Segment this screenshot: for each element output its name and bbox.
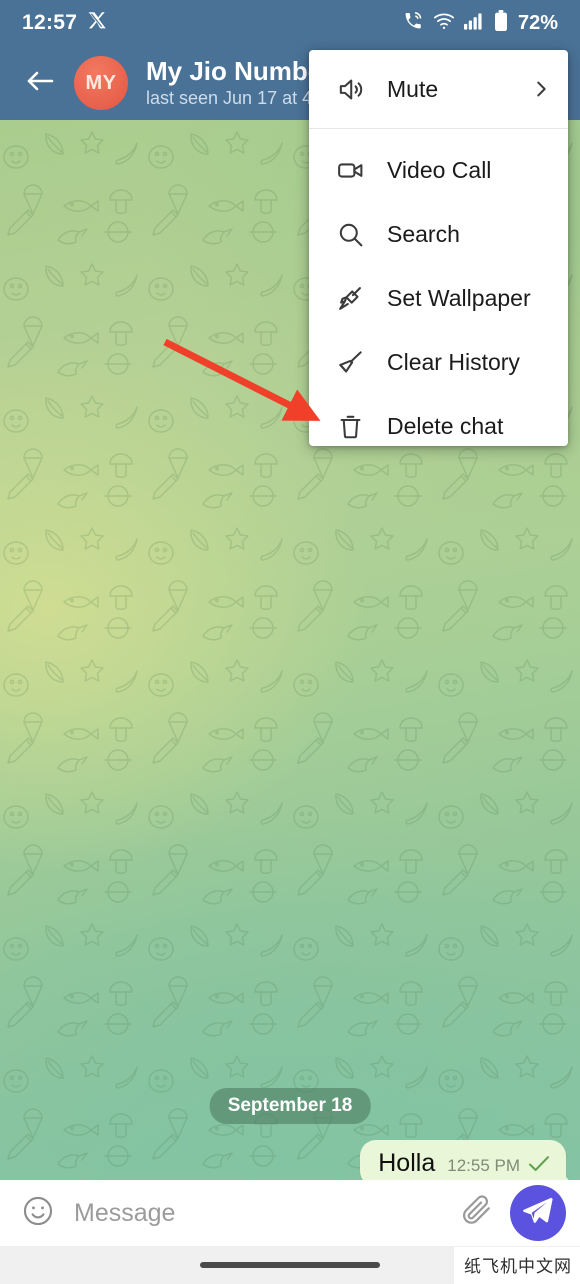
- battery-icon: [494, 9, 508, 37]
- status-bar-clock: 12:57: [22, 11, 78, 34]
- status-bar-right: 72%: [403, 9, 558, 37]
- broom-icon: [333, 348, 367, 377]
- cellular-signal-icon: [463, 12, 485, 35]
- chevron-right-icon: [530, 78, 552, 100]
- speaker-icon: [333, 75, 367, 104]
- chat-options-menu[interactable]: Mute Video Call Search Set Wallpaper Cle…: [309, 50, 568, 446]
- menu-item-delete-chat[interactable]: Delete chat: [309, 394, 568, 446]
- wifi-icon: [433, 12, 455, 35]
- battery-percent-label: 72%: [517, 11, 558, 34]
- menu-item-set-wallpaper[interactable]: Set Wallpaper: [309, 266, 568, 330]
- menu-item-mute[interactable]: Mute: [309, 57, 568, 121]
- home-indicator-bar[interactable]: [200, 1262, 380, 1268]
- menu-item-label: Video Call: [387, 156, 492, 183]
- emoji-button[interactable]: [18, 1193, 58, 1233]
- back-button[interactable]: [20, 63, 60, 103]
- date-divider: September 18: [209, 1088, 371, 1124]
- menu-item-label: Set Wallpaper: [387, 284, 531, 311]
- search-input message-input[interactable]: [74, 1198, 454, 1228]
- menu-item-label: Delete chat: [387, 412, 504, 439]
- send-button[interactable]: [510, 1185, 566, 1241]
- avatar[interactable]: MY: [74, 56, 128, 110]
- status-bar: 12:57 72%: [0, 0, 580, 46]
- smiley-face-icon: [21, 1194, 55, 1233]
- menu-group-actions: Video Call Search Set Wallpaper Clear Hi…: [309, 129, 568, 446]
- attach-button[interactable]: [454, 1190, 500, 1236]
- message-timestamp: 12:55 PM: [447, 1156, 520, 1175]
- outgoing-message-bubble[interactable]: Holla 12:55 PM: [360, 1140, 566, 1180]
- arrow-left-icon: [25, 68, 55, 99]
- menu-group-mute: Mute: [309, 50, 568, 128]
- menu-item-label: Clear History: [387, 348, 520, 375]
- x-twitter-icon: [87, 11, 106, 35]
- menu-item-label: Search: [387, 220, 460, 247]
- menu-item-clear-history[interactable]: Clear History: [309, 330, 568, 394]
- status-bar-left: 12:57: [22, 11, 106, 35]
- menu-item-video-call[interactable]: Video Call: [309, 138, 568, 202]
- paper-plane-icon: [520, 1193, 556, 1234]
- message-meta: 12:55 PM: [447, 1155, 550, 1177]
- search-icon: [333, 220, 367, 249]
- paperclip-icon: [461, 1194, 494, 1232]
- trash-icon: [333, 412, 367, 441]
- menu-item-search[interactable]: Search: [309, 202, 568, 266]
- message-row: Holla 12:55 PM: [360, 1140, 566, 1180]
- watermark: 纸飞机中文网: [454, 1247, 580, 1284]
- video-camera-icon: [333, 156, 367, 185]
- message-input-bar: [0, 1180, 580, 1246]
- phone-screen: 12:57 72% MY My Jio Number last seen Jun…: [0, 0, 580, 1284]
- menu-item-label: Mute: [387, 75, 439, 102]
- wifi-calling-icon: [403, 10, 424, 36]
- paint-brush-icon: [333, 284, 367, 313]
- message-text: Holla: [378, 1149, 436, 1177]
- single-check-icon: [528, 1155, 550, 1177]
